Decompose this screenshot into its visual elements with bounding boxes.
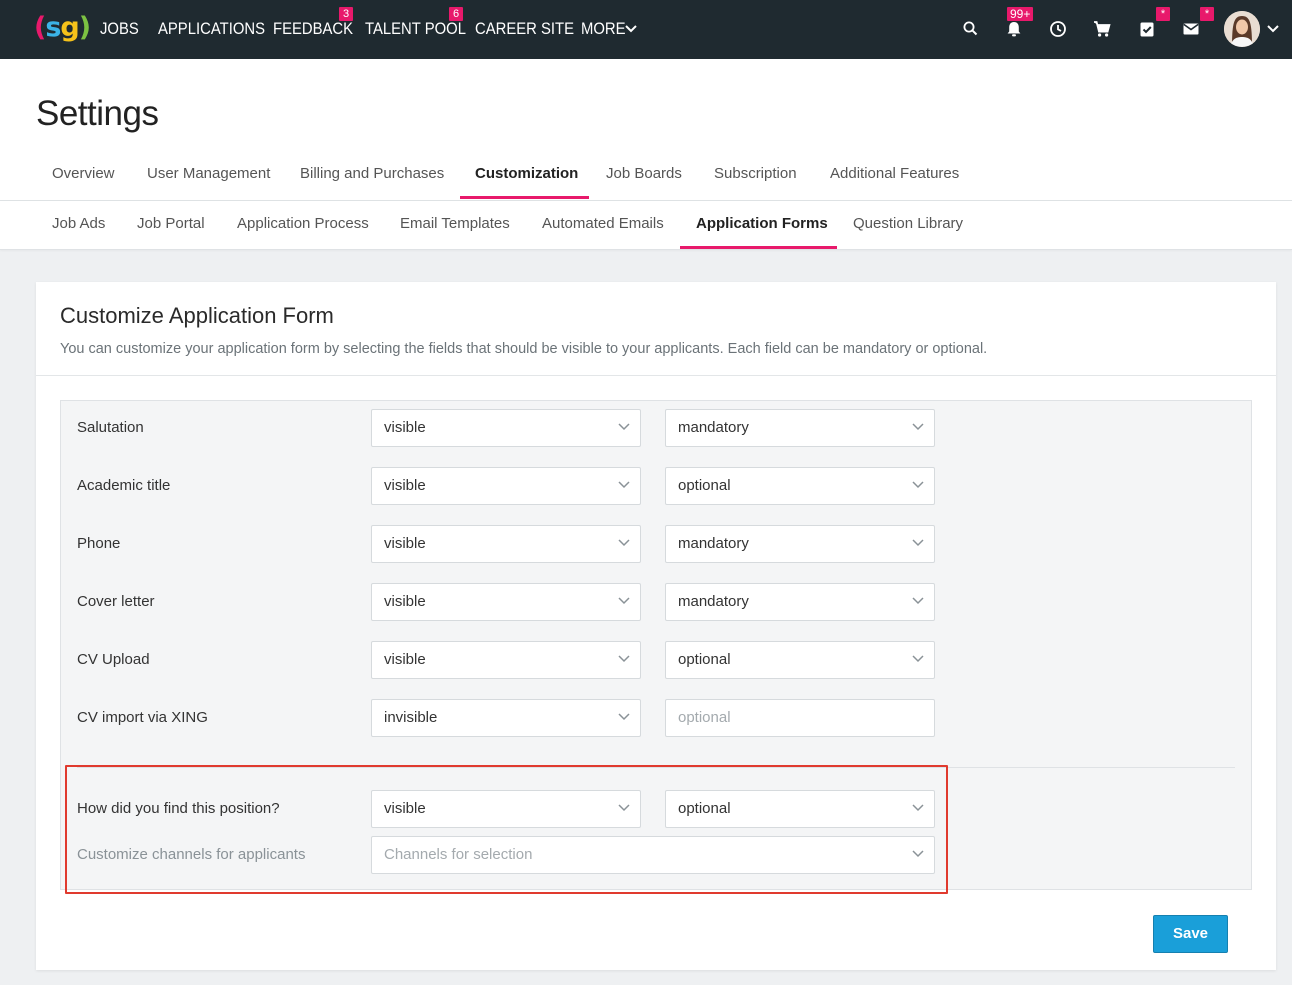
page-title: Settings [36, 94, 159, 133]
bell-icon[interactable] [1003, 18, 1025, 40]
select-value: visible [384, 419, 426, 436]
field-label: Salutation [77, 419, 144, 436]
cart-icon[interactable] [1091, 18, 1113, 40]
chevron-down-icon [618, 539, 630, 547]
nav-more[interactable]: MORE [581, 18, 626, 40]
select-value: mandatory [678, 593, 749, 610]
card-description: You can customize your application form … [60, 341, 988, 357]
nav-jobs[interactable]: JOBS [100, 18, 139, 40]
nav-applications[interactable]: APPLICATIONS [158, 18, 265, 40]
tasks-clipboard-icon[interactable] [1136, 18, 1158, 40]
save-button[interactable]: Save [1153, 915, 1228, 953]
tab-billing-and-purchases[interactable]: Billing and Purchases [300, 163, 444, 185]
select-value: optional [678, 651, 731, 668]
subtab-email-templates[interactable]: Email Templates [400, 213, 510, 235]
highlight-box [65, 765, 948, 894]
settings-header: Settings Overview User Management Billin… [0, 59, 1292, 201]
chevron-down-icon [618, 713, 630, 721]
talent-pool-badge: 6 [449, 7, 463, 21]
field-label: CV import via XING [77, 709, 208, 726]
tab-subscription[interactable]: Subscription [714, 163, 797, 185]
field-label: CV Upload [77, 651, 150, 668]
field-label: Cover letter [77, 593, 155, 610]
logo[interactable]: (sg) [34, 10, 91, 46]
tab-user-management[interactable]: User Management [147, 163, 270, 185]
select-value: visible [384, 593, 426, 610]
select-value: invisible [384, 709, 438, 726]
nav-talent-pool[interactable]: TALENT POOL [365, 18, 466, 40]
clock-icon[interactable] [1047, 18, 1069, 40]
active-tab-indicator [460, 196, 589, 199]
field-label: Phone [77, 535, 121, 552]
notifications-badge: 99+ [1007, 7, 1034, 21]
tab-job-boards[interactable]: Job Boards [606, 163, 682, 185]
chevron-down-icon [912, 423, 924, 431]
chevron-down-icon [912, 655, 924, 663]
card-title: Customize Application Form [60, 303, 334, 328]
academic-title-visibility-select[interactable]: visible [371, 467, 641, 505]
user-photo-icon [1224, 11, 1260, 47]
tab-overview[interactable]: Overview [52, 163, 115, 185]
select-value: mandatory [678, 419, 749, 436]
select-value: visible [384, 651, 426, 668]
subtab-job-portal[interactable]: Job Portal [137, 213, 205, 235]
subtab-automated-emails[interactable]: Automated Emails [542, 213, 664, 235]
subtab-question-library[interactable]: Question Library [853, 213, 963, 235]
chevron-down-icon [618, 481, 630, 489]
academic-title-requirement-select[interactable]: optional [665, 467, 935, 505]
field-label: Academic title [77, 477, 171, 494]
select-value: optional [678, 709, 731, 726]
chevron-down-icon [912, 539, 924, 547]
active-subtab-indicator [680, 246, 837, 249]
top-navigation-bar: (sg) JOBS APPLICATIONS FEEDBACK 3 TALENT… [0, 0, 1292, 59]
cv-upload-visibility-select[interactable]: visible [371, 641, 641, 679]
card-divider [36, 375, 1276, 376]
user-avatar[interactable] [1224, 11, 1260, 47]
tasks-badge: * [1156, 7, 1170, 21]
cover-letter-requirement-select[interactable]: mandatory [665, 583, 935, 621]
chevron-down-icon [912, 481, 924, 489]
more-chevron-down-icon[interactable] [625, 25, 637, 33]
salutation-visibility-select[interactable]: visible [371, 409, 641, 447]
chevron-down-icon [912, 597, 924, 605]
subtab-application-forms[interactable]: Application Forms [696, 213, 828, 235]
chevron-down-icon [618, 423, 630, 431]
subtab-application-process[interactable]: Application Process [237, 213, 369, 235]
subtab-job-ads[interactable]: Job Ads [52, 213, 105, 235]
phone-requirement-select[interactable]: mandatory [665, 525, 935, 563]
salutation-requirement-select[interactable]: mandatory [665, 409, 935, 447]
cv-import-xing-visibility-select[interactable]: invisible [371, 699, 641, 737]
nav-career-site[interactable]: CAREER SITE [475, 18, 574, 40]
select-value: optional [678, 477, 731, 494]
chevron-down-icon [618, 655, 630, 663]
customization-subnav: Job Ads Job Portal Application Process E… [0, 201, 1292, 250]
feedback-badge: 3 [339, 7, 353, 21]
select-value: visible [384, 477, 426, 494]
user-menu-chevron-down-icon[interactable] [1267, 25, 1279, 33]
cover-letter-visibility-select[interactable]: visible [371, 583, 641, 621]
search-icon[interactable] [960, 18, 982, 40]
select-value: mandatory [678, 535, 749, 552]
select-value: visible [384, 535, 426, 552]
tab-additional-features[interactable]: Additional Features [830, 163, 959, 185]
cv-upload-requirement-select[interactable]: optional [665, 641, 935, 679]
mail-icon[interactable] [1180, 18, 1202, 40]
cv-import-xing-requirement-select-disabled: optional [665, 699, 935, 737]
tab-customization[interactable]: Customization [475, 163, 578, 185]
nav-feedback[interactable]: FEEDBACK [273, 18, 353, 40]
chevron-down-icon [618, 597, 630, 605]
phone-visibility-select[interactable]: visible [371, 525, 641, 563]
mail-badge: * [1200, 7, 1214, 21]
